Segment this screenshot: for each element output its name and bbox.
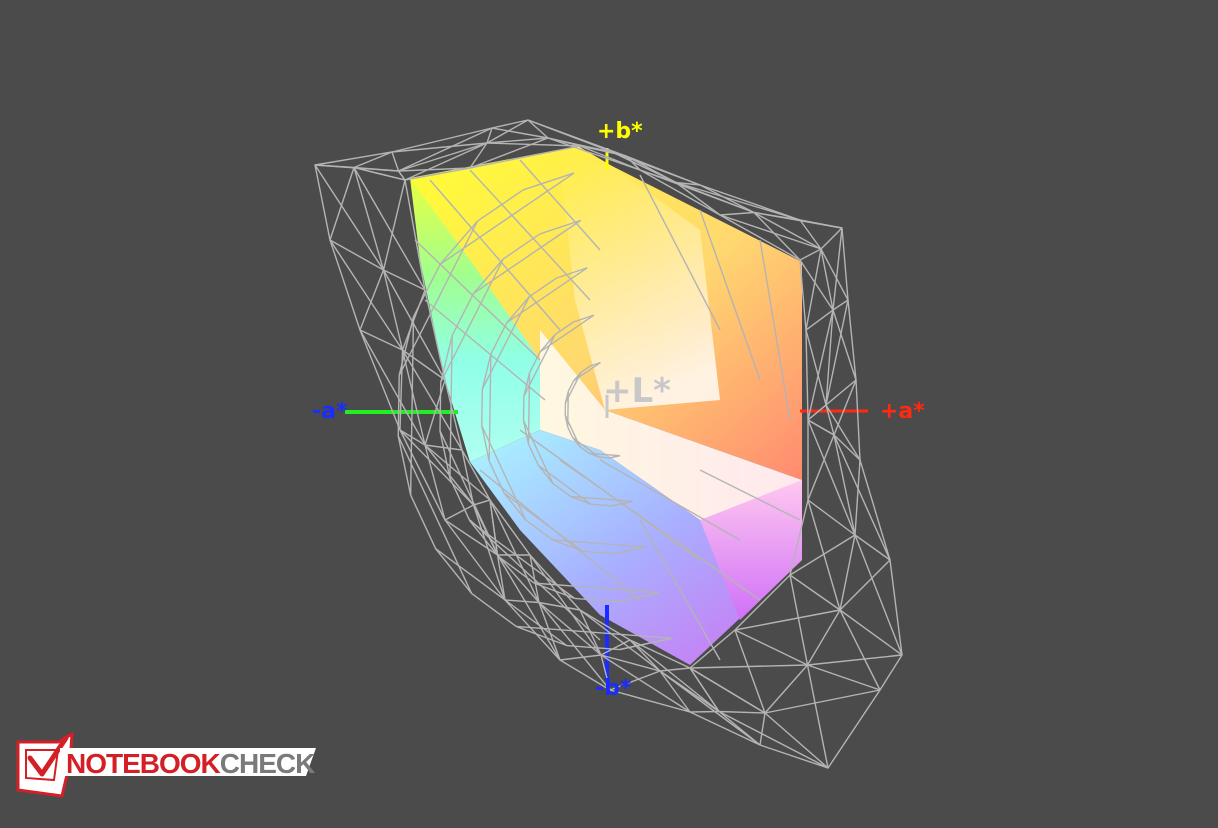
axis-label-b-plus: +b* [597,121,643,143]
logo-wordmark-notebook: NOTEBOOK [66,748,220,779]
gamut-diagram: +b* -b* -a* +a* +L* [0,0,1218,824]
axis-label-b-minus: -b* [595,678,631,700]
axis-label-a-plus: +a* [880,401,925,423]
axis-label-a-minus: -a* [312,401,347,423]
axis-label-lightness: +L* [603,374,671,408]
logo-wordmark: NOTEBOOKCHECK [66,749,314,779]
logo-wordmark-check: CHECK [220,748,315,779]
